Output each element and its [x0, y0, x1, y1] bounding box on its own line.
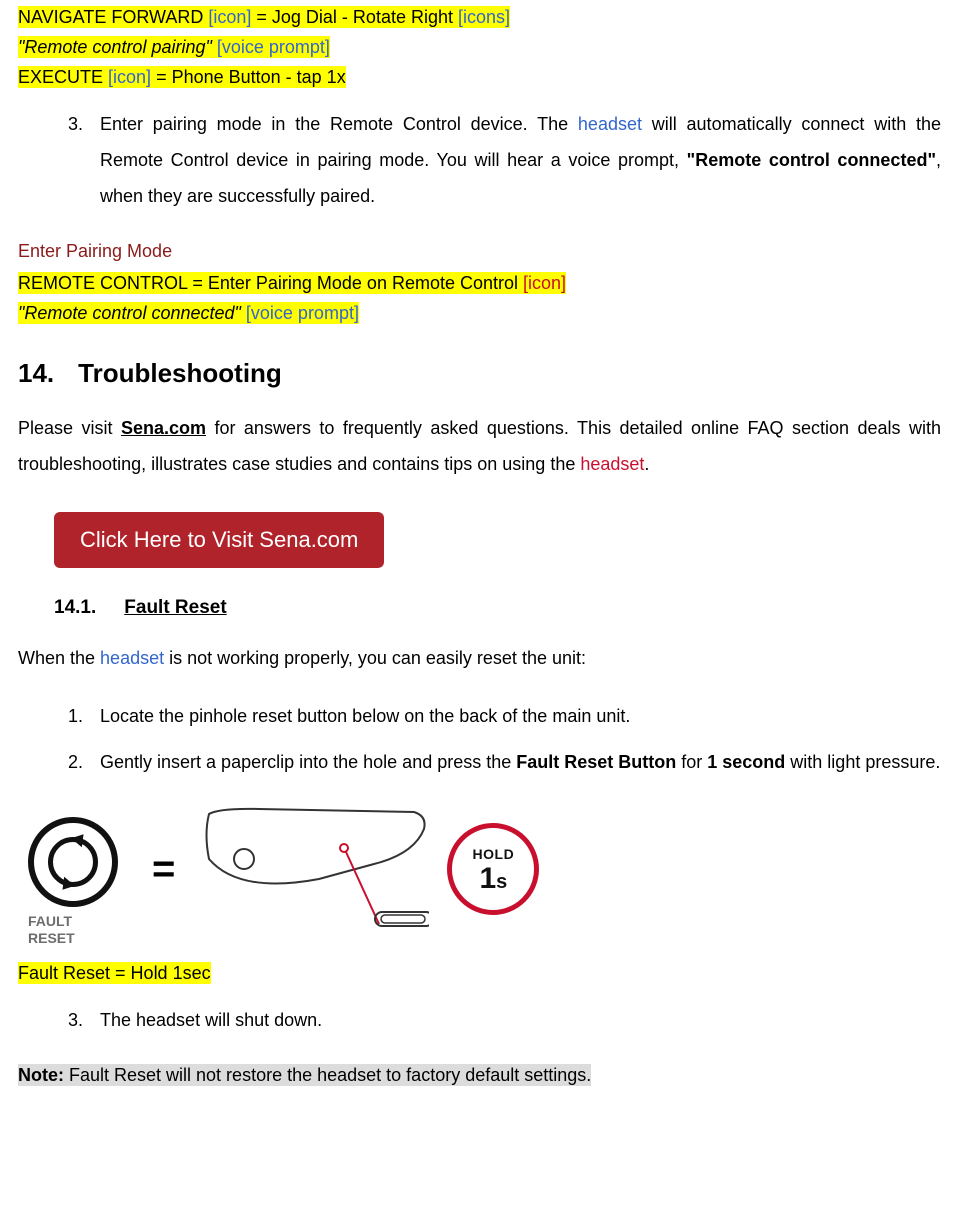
text: EXECUTE [18, 67, 108, 87]
icon-placeholder: [icon] [208, 7, 251, 27]
text: When the [18, 648, 100, 668]
enter-pairing-title: Enter Pairing Mode [18, 238, 941, 264]
bold-text: 1 second [707, 752, 785, 772]
fault-reset-note: Note: Fault Reset will not restore the h… [18, 1062, 941, 1088]
instruction-line-execute: EXECUTE [icon] = Phone Button - tap 1x [18, 64, 941, 90]
list-item: Enter pairing mode in the Remote Control… [88, 106, 941, 214]
list-item: The headset will shut down. [88, 1002, 941, 1038]
headset-outline-icon [199, 804, 429, 934]
visit-sena-button[interactable]: Click Here to Visit Sena.com [54, 512, 384, 568]
sena-link[interactable]: Sena.com [121, 418, 206, 438]
fault-reset-steps: Locate the pinhole reset button below on… [18, 698, 941, 780]
equals-sign: = [152, 840, 175, 898]
headset-link[interactable]: headset [100, 648, 164, 668]
text: REMOTE CONTROL = Enter Pairing Mode on R… [18, 273, 523, 293]
note-text: Fault Reset will not restore the headset… [64, 1065, 591, 1085]
remote-control-line: REMOTE CONTROL = Enter Pairing Mode on R… [18, 270, 941, 296]
hold-1s-badge: HOLD 1s [447, 823, 539, 915]
voice-prompt-line: "Remote control pairing" [voice prompt] [18, 34, 941, 60]
document-page: NAVIGATE FORWARD [icon] = Jog Dial - Rot… [0, 4, 959, 1112]
subsection-fault-reset: 14.1. Fault Reset [54, 594, 941, 622]
text: = Jog Dial - Rotate Right [251, 7, 458, 27]
fault-reset-highlight: Fault Reset = Hold 1sec [18, 960, 941, 986]
text: NAVIGATE FORWARD [18, 7, 208, 27]
hold-label: HOLD [473, 844, 515, 864]
voice-prompt-text: "Remote control pairing" [18, 37, 217, 57]
bold-text: Fault Reset Button [516, 752, 676, 772]
text: Fault Reset = Hold 1sec [18, 962, 211, 984]
reset-label: FAULT RESET [28, 913, 118, 947]
num: 1 [479, 862, 496, 895]
fault-reset-intro: When the headset is not working properly… [18, 640, 941, 676]
section-title: Troubleshooting [78, 358, 282, 388]
troubleshooting-intro: Please visit Sena.com for answers to fre… [18, 410, 941, 482]
list-item: Locate the pinhole reset button below on… [88, 698, 941, 734]
text: Enter pairing mode in the Remote Control… [100, 114, 578, 134]
headset-term: headset [580, 454, 644, 474]
fault-reset-icon-group: FAULT RESET [18, 817, 128, 947]
voice-prompt-tag: [voice prompt] [246, 303, 359, 323]
text: for [676, 752, 707, 772]
pairing-steps-list: Enter pairing mode in the Remote Control… [18, 106, 941, 214]
voice-prompt-text: "Remote control connected" [18, 303, 246, 323]
text: with light pressure. [785, 752, 940, 772]
reset-icon [28, 817, 118, 907]
section-heading-troubleshooting: 14. Troubleshooting [18, 355, 941, 393]
text: Please visit [18, 418, 121, 438]
text: = Phone Button - tap 1x [151, 67, 346, 87]
hold-value: 1s [479, 864, 507, 894]
text: Gently insert a paperclip into the hole … [100, 752, 516, 772]
fault-reset-diagram: FAULT RESET = HOLD 1s [18, 804, 941, 960]
icon-placeholder: [icon] [108, 67, 151, 87]
list-item: Gently insert a paperclip into the hole … [88, 744, 941, 780]
subsection-number: 14.1. [54, 594, 96, 622]
icon-placeholder: [icons] [458, 7, 510, 27]
text: Enter Pairing Mode [18, 241, 172, 261]
voice-prompt-line-connected: "Remote control connected" [voice prompt… [18, 300, 941, 326]
text: . [644, 454, 649, 474]
bold-prompt: "Remote control connected" [687, 150, 936, 170]
fault-reset-steps-cont: The headset will shut down. [18, 1002, 941, 1038]
voice-prompt-tag: [voice prompt] [217, 37, 330, 57]
headset-link[interactable]: headset [578, 114, 642, 134]
text: is not working properly, you can easily … [164, 648, 586, 668]
curved-arrows-icon [48, 837, 98, 887]
section-number: 14. [18, 355, 54, 393]
subsection-title: Fault Reset [124, 597, 226, 618]
instruction-line-navigate: NAVIGATE FORWARD [icon] = Jog Dial - Rot… [18, 4, 941, 30]
icon-placeholder: [icon] [523, 273, 566, 293]
unit: s [496, 871, 507, 893]
note-label: Note: [18, 1065, 64, 1085]
